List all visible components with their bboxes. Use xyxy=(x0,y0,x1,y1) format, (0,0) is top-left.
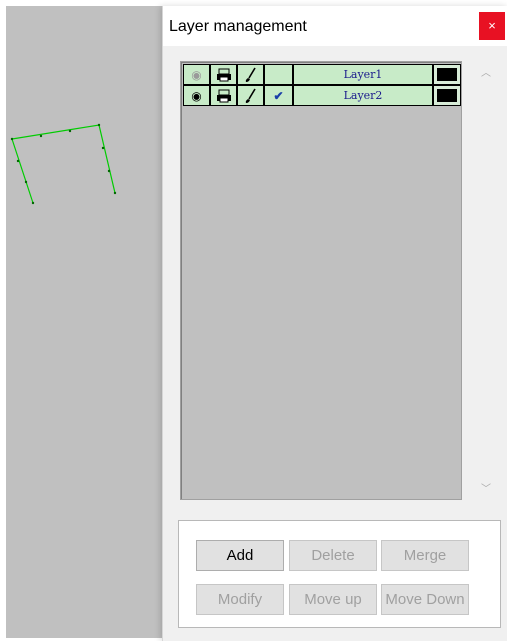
layer-color-cell[interactable] xyxy=(433,85,461,106)
checkmark-icon: ✔ xyxy=(273,88,284,103)
layer-row[interactable]: ◉ Layer1 xyxy=(183,64,461,85)
move-down-button[interactable]: Move Down xyxy=(381,584,469,615)
add-button[interactable]: Add xyxy=(196,540,284,571)
scroll-down-icon[interactable]: ﹀ xyxy=(480,484,492,496)
layer-list[interactable]: ◉ Layer1 ◉ ✔ Layer2 xyxy=(180,61,462,500)
dialog-title: Layer management xyxy=(169,18,307,35)
merge-button[interactable]: Merge xyxy=(381,540,469,571)
scroll-up-icon[interactable]: ︿ xyxy=(480,68,492,80)
polyline-vertices xyxy=(10,123,117,205)
drawing-svg xyxy=(10,123,117,205)
layer-color-cell[interactable] xyxy=(433,64,461,85)
layer-row[interactable]: ◉ ✔ Layer2 xyxy=(183,85,461,106)
layer-active-cell[interactable]: ✔ xyxy=(264,85,293,106)
eye-icon: ◉ xyxy=(191,88,202,103)
layer-active-cell[interactable] xyxy=(264,64,293,85)
drawing-canvas[interactable] xyxy=(6,6,166,638)
button-group: Add Delete Merge Modify Move up Move Dow… xyxy=(178,520,501,628)
delete-button[interactable]: Delete xyxy=(289,540,377,571)
layer-print-toggle[interactable] xyxy=(210,64,237,85)
drawn-polyline[interactable] xyxy=(11,124,116,204)
page: Layer management × ◉ Layer1 ◉ ✔ Layer2 ︿… xyxy=(0,0,507,641)
layer-edit-toggle[interactable] xyxy=(237,64,264,85)
close-icon: × xyxy=(488,18,496,33)
brush-icon xyxy=(245,67,256,82)
layer-management-dialog: Layer management × ◉ Layer1 ◉ ✔ Layer2 ︿… xyxy=(162,6,507,641)
close-button[interactable]: × xyxy=(479,12,505,40)
layer-name[interactable]: Layer1 xyxy=(293,64,433,85)
printer-icon xyxy=(216,68,231,81)
layer-color-swatch xyxy=(437,68,457,81)
layer-edit-toggle[interactable] xyxy=(237,85,264,106)
printer-icon xyxy=(216,89,231,102)
modify-button[interactable]: Modify xyxy=(196,584,284,615)
eye-icon: ◉ xyxy=(191,67,202,82)
layer-color-swatch xyxy=(437,89,457,102)
layer-print-toggle[interactable] xyxy=(210,85,237,106)
layer-visibility-toggle[interactable]: ◉ xyxy=(183,85,210,106)
layer-visibility-toggle[interactable]: ◉ xyxy=(183,64,210,85)
move-up-button[interactable]: Move up xyxy=(289,584,377,615)
title-bar[interactable]: Layer management × xyxy=(163,6,507,46)
brush-icon xyxy=(245,88,256,103)
layer-name[interactable]: Layer2 xyxy=(293,85,433,106)
